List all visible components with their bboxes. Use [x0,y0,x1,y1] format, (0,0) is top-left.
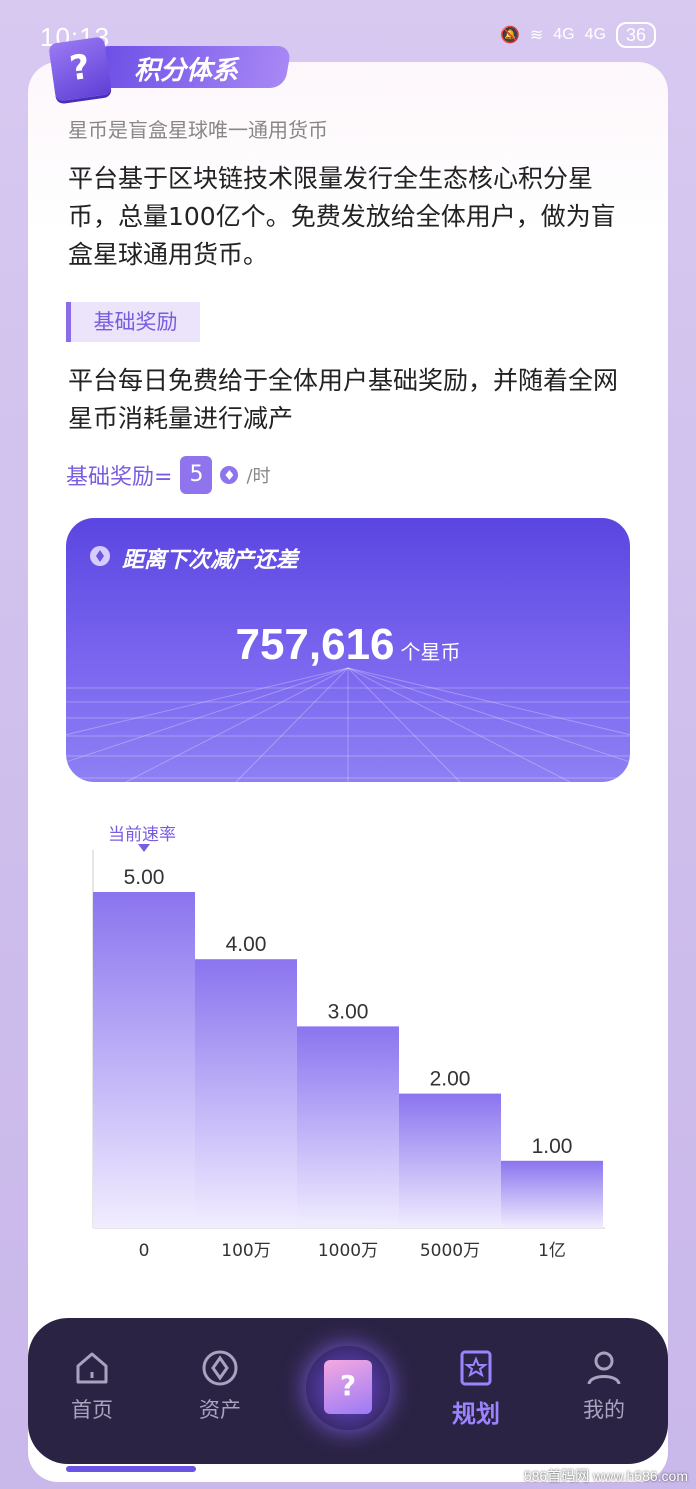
rate-value: 5 [180,456,213,494]
bottom-decoration [66,1466,196,1472]
bell-off-icon: 🔕 [499,27,520,44]
bar-0 [93,892,195,1228]
intro-text: 平台基于区块链技术限量发行全生态核心积分星币，总量100亿个。免费发放给全体用户… [68,164,616,269]
mystery-box-button[interactable]: ? [306,1346,390,1430]
remaining-amount: 757,616 个星币 [66,620,630,670]
mystery-box-icon: ? [48,36,112,102]
nav-label: 我的 [583,1398,625,1422]
bar-value-label: 4.00 [226,933,267,956]
person-icon [587,1351,621,1385]
section-header: ? 积分体系 [48,34,292,102]
wifi-icon: ≋ [529,27,544,44]
bar-4 [501,1160,603,1228]
rate-unit: /时 [246,466,271,487]
x-tick-label: 1000万 [318,1241,378,1261]
x-tick-label: 5000万 [420,1241,480,1261]
section-tag: 基础奖励 [66,302,200,342]
banner-title: 距离下次减产还差 [122,548,299,573]
bottom-nav: 首页 资产 ? 规划 我的 [28,1318,668,1464]
bar-value-label: 1.00 [532,1135,573,1158]
bar-value-label: 3.00 [328,1000,369,1023]
bar-value-label: 2.00 [430,1068,471,1091]
x-tick-label: 0 [139,1241,150,1261]
remaining-value: 757,616 [235,620,395,669]
nav-label: 首页 [71,1398,113,1422]
reward-description: 平台每日免费给于全体用户基础奖励，并随着全网星币消耗量进行减产 [68,366,619,433]
rate-label: 基础奖励= [66,465,173,490]
bar-2 [297,1026,399,1228]
diamond-icon [202,1350,238,1386]
rate-chart: 当前速率 5.00 0 4.00 100万 3.00 1000万 2.00 5000万 1.00… [60,810,640,1270]
bar-value-label: 5.00 [124,866,165,889]
star-coin-icon [220,466,239,484]
bar-3 [399,1093,501,1228]
x-tick-label: 100万 [221,1241,270,1261]
nav-item-home[interactable]: 首页 [42,1348,142,1424]
nav-item-assets[interactable]: 资产 [170,1348,270,1424]
x-tick-label: 1亿 [538,1241,566,1261]
nav-item-profile[interactable]: 我的 [554,1348,654,1424]
watermark: 586首码网 www.h586.com [523,1468,688,1484]
battery-icon: 36 [615,22,656,48]
signal-icon: 4G [553,26,575,43]
star-coin-icon [90,546,110,566]
mystery-box-icon: ? [324,1360,372,1414]
remaining-unit: 个星币 [400,640,461,664]
signal-icon: 4G [584,26,606,43]
nav-label: 资产 [199,1398,241,1422]
star-book-icon [460,1350,492,1386]
home-icon [76,1352,108,1384]
reduction-banner: 距离下次减产还差 757,616 个星币 [66,518,630,782]
bar-chart: 5.00 0 4.00 100万 3.00 1000万 2.00 5000万 1.00 1亿 [92,850,605,1261]
current-rate-label: 当前速率 [108,825,176,845]
system-icons: 🔕 ≋ 4G 4G 36 [500,22,656,48]
bar-1 [195,959,297,1228]
nav-item-plan[interactable]: 规划 [426,1348,526,1429]
page-title: 积分体系 [134,56,239,86]
nav-label-active: 规划 [452,1400,500,1428]
base-rate: 基础奖励= 5 /时 [66,456,271,494]
section-subtitle: 星币是盲盒星球唯一通用货币 [68,118,328,142]
